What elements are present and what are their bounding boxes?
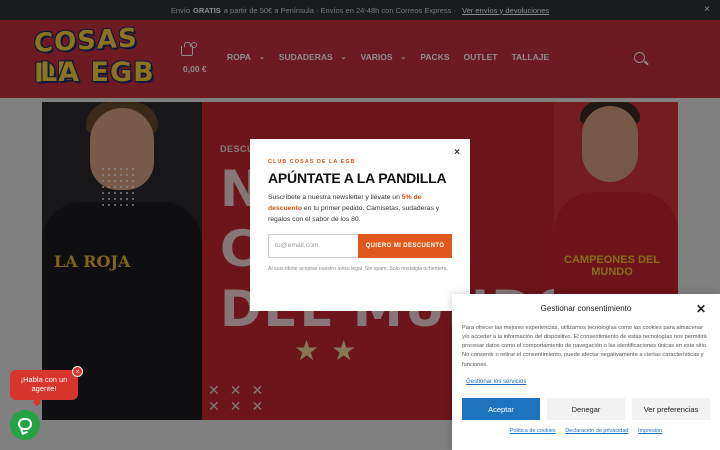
- cookie-consent-panel: Gestionar consentimiento ✕ Para ofrecer …: [452, 294, 720, 450]
- cookie-links: Política de cookies Declaración de priva…: [452, 428, 720, 434]
- accept-button[interactable]: Aceptar: [462, 398, 540, 420]
- modal-legal-text: Al suscribirte aceptas nuestro aviso leg…: [268, 265, 448, 272]
- deny-button[interactable]: Denegar: [547, 398, 625, 420]
- modal-title: APÚNTATE A LA PANDILLA: [268, 170, 447, 186]
- modal-close-icon[interactable]: ×: [454, 147, 460, 158]
- chat-prompt-bubble[interactable]: ¡Habla con un agente!: [10, 370, 78, 400]
- cookie-close-icon[interactable]: ✕: [696, 302, 706, 316]
- modal-body: Suscríbete a nuestra newsletter y llévat…: [268, 194, 440, 223]
- newsletter-form: QUIERO MI DESCUENTO: [268, 233, 452, 258]
- preferences-button[interactable]: Ver preferencias: [632, 398, 710, 420]
- cookie-text: Para ofrecer las mejores experiencias, u…: [462, 325, 708, 368]
- modal-kicker: CLUB COSAS DE LA EGB: [268, 159, 356, 165]
- cookie-buttons: Aceptar Denegar Ver preferencias: [462, 398, 710, 420]
- chat-bubble-close-icon[interactable]: ×: [72, 366, 83, 377]
- chat-icon: [18, 418, 32, 430]
- email-field[interactable]: [268, 233, 358, 258]
- newsletter-modal: × CLUB COSAS DE LA EGB APÚNTATE A LA PAN…: [250, 139, 470, 311]
- subscribe-button[interactable]: QUIERO MI DESCUENTO: [358, 233, 452, 258]
- manage-services-link[interactable]: Gestionar los servicios: [466, 379, 526, 385]
- chat-launcher-button[interactable]: [10, 410, 40, 440]
- cookie-title: Gestionar consentimiento: [540, 304, 632, 313]
- cookie-policy-link[interactable]: Política de cookies: [510, 428, 556, 434]
- privacy-statement-link[interactable]: Declaración de privacidad: [565, 428, 628, 434]
- imprint-link[interactable]: Impresión: [638, 428, 662, 434]
